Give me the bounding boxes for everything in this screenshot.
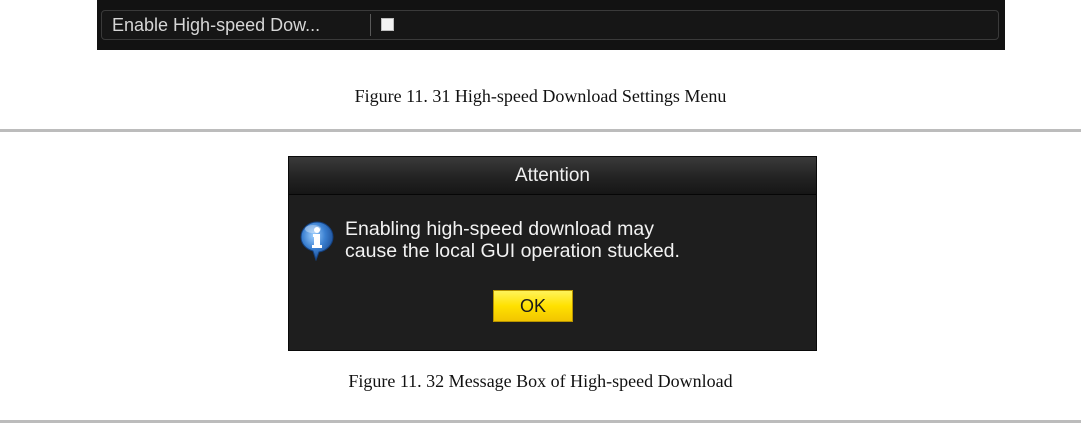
dialog-header: Attention (289, 157, 816, 195)
attention-dialog: Attention Enabling high-speed download m… (288, 156, 817, 351)
dialog-message: Enabling high-speed download may cause t… (345, 218, 805, 262)
dialog-title: Attention (515, 165, 590, 186)
info-icon (300, 221, 334, 261)
section-divider (0, 420, 1081, 423)
dialog-message-line-2: cause the local GUI operation stucked. (345, 240, 680, 262)
ok-button[interactable]: OK (493, 290, 573, 322)
section-divider (0, 129, 1081, 132)
high-speed-download-label: Enable High-speed Dow... (112, 15, 321, 35)
figure-caption-settings-menu: Figure 11. 31 High-speed Download Settin… (354, 86, 727, 106)
settings-panel: Enable High-speed Dow... (97, 0, 1005, 50)
field-divider (370, 14, 371, 36)
figure-caption-message-box: Figure 11. 32 Message Box of High-speed … (348, 371, 733, 391)
dialog-message-line-1: Enabling high-speed download may (345, 218, 654, 240)
high-speed-download-row: Enable High-speed Dow... (101, 10, 999, 40)
enable-high-speed-download-checkbox[interactable] (381, 18, 394, 31)
